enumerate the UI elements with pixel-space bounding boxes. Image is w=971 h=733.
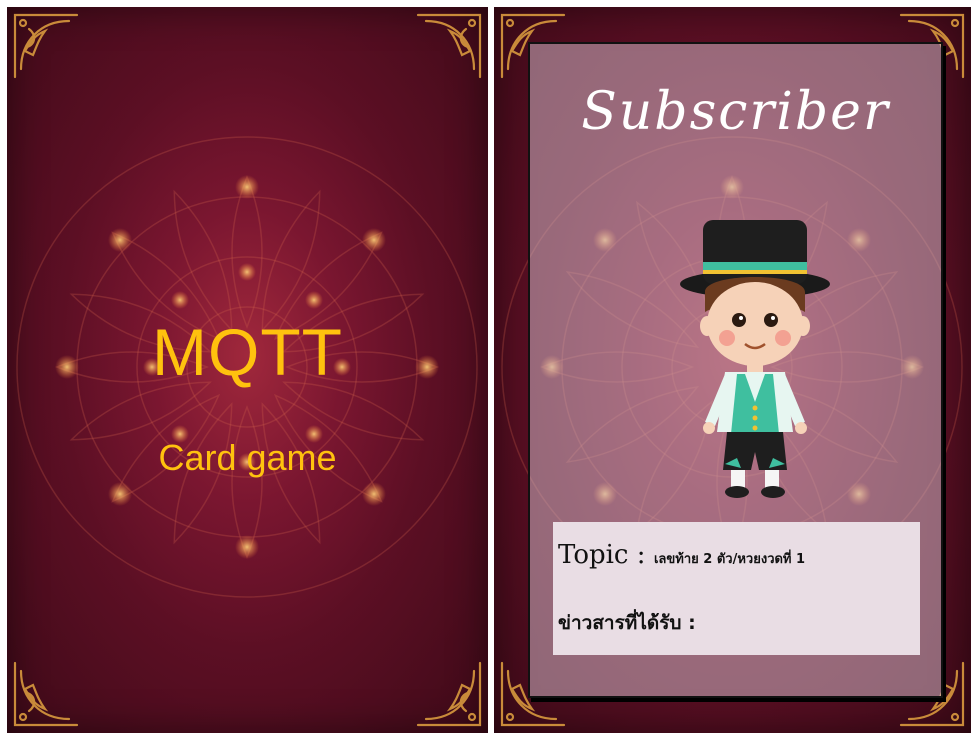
received-message-label: ข่าวสารที่ได้รับ : (558, 612, 696, 634)
card-back[interactable]: MQTT Card game (7, 7, 488, 733)
corner-ornament-icon (13, 13, 79, 79)
boy-in-top-hat-icon (680, 220, 830, 498)
card-panel: Subscriber Topic: เลขท้าย 2 ตัว/หวยงวดท… (528, 42, 943, 698)
topic-label: Topic : (558, 540, 646, 570)
topic-value: เลขท้าย 2 ตัว/หวยงวดที่ 1 (653, 552, 806, 567)
info-box: Topic : เลขท้าย 2 ตัว/หวยงวดที่ 1 ข่าวสา… (553, 522, 920, 655)
corner-ornament-icon (416, 661, 482, 727)
game-title: MQTT (152, 315, 343, 389)
corner-ornament-icon (416, 13, 482, 79)
game-subtitle: Card game (158, 437, 337, 478)
role-title: Subscriber (581, 82, 890, 142)
subscriber-card[interactable]: Subscriber Topic: เลขท้าย 2 ตัว/หวยงวดท… (494, 7, 971, 733)
corner-ornament-icon (13, 661, 79, 727)
topic-line: Topic : เลขท้าย 2 ตัว/หวยงวดที่ 1 (558, 540, 805, 570)
